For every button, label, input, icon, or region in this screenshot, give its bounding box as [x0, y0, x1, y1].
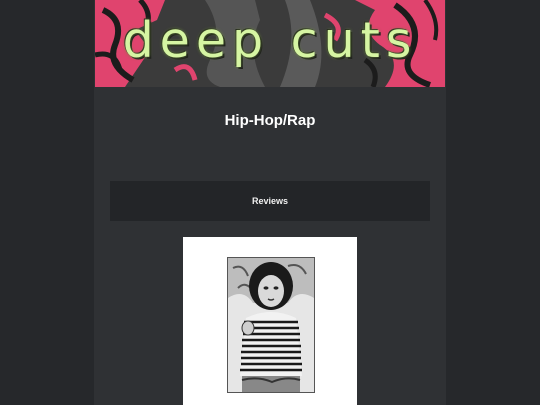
- page-title: Hip-Hop/Rap: [224, 112, 316, 129]
- site-banner[interactable]: deep cuts: [95, 0, 445, 87]
- tab-reviews[interactable]: Reviews: [110, 181, 430, 221]
- page: deep cuts Hip-Hop/Rap Reviews: [0, 0, 540, 405]
- tab-reviews-label: Reviews: [251, 196, 289, 206]
- site-logo-text: deep cuts: [122, 12, 418, 69]
- review-card[interactable]: [183, 237, 357, 405]
- album-cover-art: [228, 258, 314, 392]
- album-cover-image[interactable]: [227, 257, 315, 393]
